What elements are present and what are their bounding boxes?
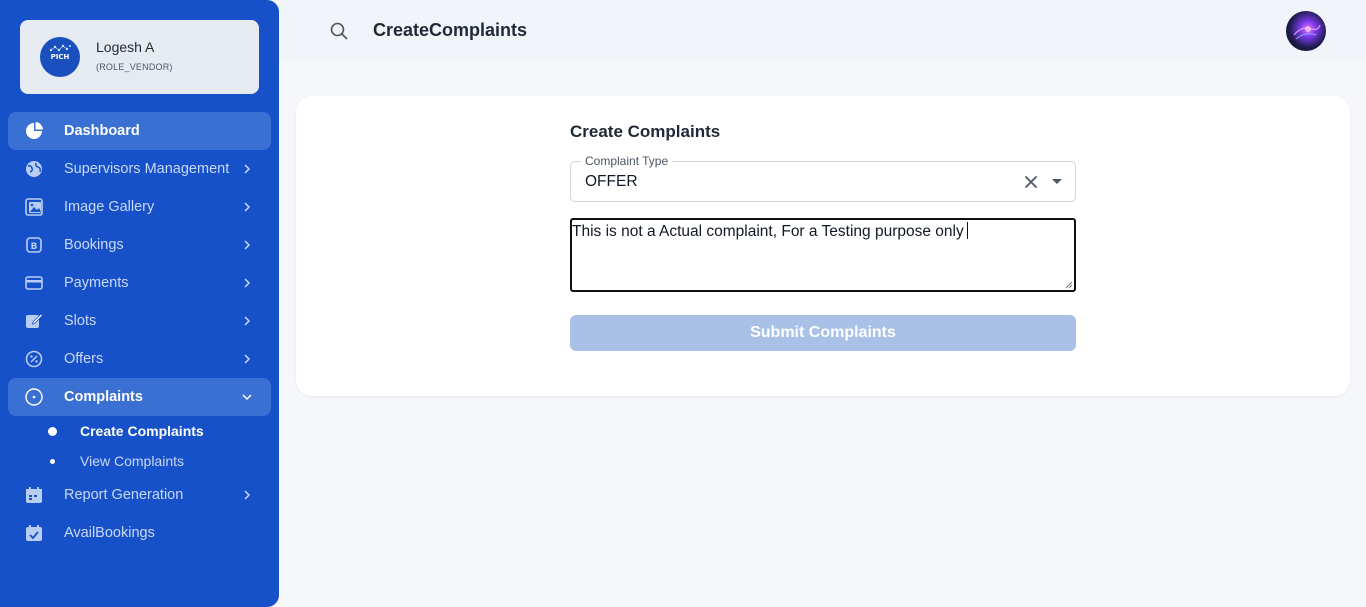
sidebar-item-dashboard[interactable]: Dashboard (8, 112, 271, 150)
chevron-right-icon (244, 490, 251, 500)
calendar-check-icon (26, 525, 42, 541)
complaint-description-text: This is not a Actual complaint, For a Te… (572, 222, 968, 241)
chevron-down-icon (242, 394, 252, 401)
sidebar-item-availbookings[interactable]: AvailBookings (8, 514, 271, 552)
sidebar-item-report-generation[interactable]: Report Generation (8, 476, 271, 514)
sidebar-item-slots[interactable]: Slots (8, 302, 271, 340)
form-title: Create Complaints (570, 122, 721, 141)
sidebar-item-supervisors-management[interactable]: Supervisors Management (8, 150, 271, 188)
complaint-type-value: OFFER (585, 173, 638, 190)
profile-name: Logesh A (96, 39, 155, 55)
chevron-right-icon (244, 354, 251, 364)
resize-handle-icon[interactable] (1065, 281, 1073, 289)
sidebar-item-complaints[interactable]: Complaints (8, 378, 271, 416)
sidebar-item-label: Slots (64, 313, 97, 329)
avatar-image-icon (1293, 24, 1321, 40)
search-icon[interactable] (329, 21, 349, 41)
profile-role: (ROLE_VENDOR) (96, 62, 173, 72)
bullet-icon (50, 459, 55, 464)
sidebar-item-label: AvailBookings (64, 525, 155, 541)
chevron-right-icon (244, 240, 251, 250)
chevron-right-icon (244, 316, 251, 326)
page-title: CreateComplaints (373, 20, 528, 40)
sidebar-subitem-view-complaints[interactable]: View Complaints (0, 448, 279, 474)
complaint-type-label: Complaint Type (581, 154, 673, 168)
avatar: PICH (40, 37, 80, 77)
sidebar-subitem-label: Create Complaints (80, 423, 204, 439)
logo-graphic-icon (49, 44, 71, 52)
create-complaint-card: Create Complaints Complaint Type OFFER T… (296, 96, 1350, 396)
sidebar-item-label: Bookings (64, 237, 124, 253)
complaint-type-select[interactable]: Complaint Type OFFER (570, 154, 1076, 202)
sidebar-item-payments[interactable]: Payments (8, 264, 271, 302)
logo-text: PICH (50, 53, 70, 61)
circle-dot-icon (25, 388, 43, 406)
sidebar-item-image-gallery[interactable]: Image Gallery (8, 188, 271, 226)
bullet-icon (48, 427, 57, 436)
image-gallery-icon (25, 198, 43, 216)
sidebar-item-label: Offers (64, 351, 104, 367)
user-avatar[interactable] (1286, 11, 1326, 51)
discount-badge-icon (25, 350, 43, 368)
sidebar-item-label: Complaints (64, 389, 143, 405)
text-caret (966, 222, 968, 239)
sidebar-subitem-create-complaints[interactable]: Create Complaints (0, 418, 279, 444)
profile-card: PICH Logesh A (ROLE_VENDOR) (20, 20, 259, 94)
globe-icon (26, 161, 42, 177)
edit-square-icon (26, 313, 44, 328)
chevron-right-icon (244, 202, 251, 212)
bookings-icon: B (26, 237, 42, 253)
chevron-right-icon (244, 278, 251, 288)
sidebar-item-label: Image Gallery (64, 199, 155, 215)
dropdown-arrow-icon[interactable] (1051, 178, 1063, 186)
submit-complaints-button[interactable]: Submit Complaints (570, 315, 1076, 351)
sidebar-item-label: Report Generation (64, 487, 184, 503)
complaint-description-textarea[interactable]: This is not a Actual complaint, For a Te… (570, 218, 1076, 292)
top-header: CreateComplaints (279, 0, 1366, 62)
sidebar-item-bookings[interactable]: B Bookings (8, 226, 271, 264)
calendar-icon (26, 487, 42, 503)
sidebar-item-label: Payments (64, 275, 129, 291)
sidebar-item-label: Supervisors Management (64, 161, 230, 177)
svg-text:B: B (31, 242, 38, 252)
credit-card-icon (25, 276, 43, 290)
sidebar-subitem-label: View Complaints (80, 453, 185, 469)
chevron-right-icon (244, 164, 251, 174)
sidebar-item-label: Dashboard (64, 123, 140, 139)
clear-icon[interactable] (1023, 174, 1039, 190)
pie-chart-icon (26, 122, 43, 139)
sidebar: PICH Logesh A (ROLE_VENDOR) Dashboard Su… (0, 0, 279, 607)
sidebar-item-offers[interactable]: Offers (8, 340, 271, 378)
